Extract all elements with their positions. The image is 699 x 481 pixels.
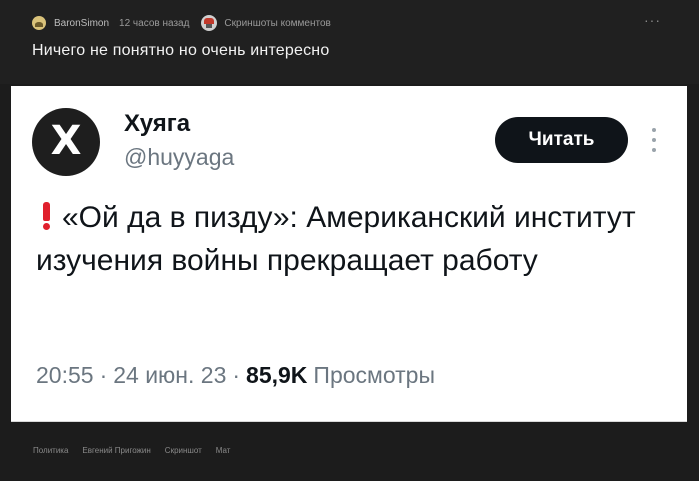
author-link[interactable]: BaronSimon (54, 18, 109, 29)
exclamation-icon (43, 202, 50, 230)
tag-item[interactable]: Евгений Пригожин (82, 446, 150, 455)
more-options-icon[interactable]: ··· (644, 12, 661, 28)
tag-item[interactable]: Скриншот (165, 446, 202, 455)
views-count: 85,9K (246, 362, 308, 388)
post-meta: BaronSimon 12 часов назад Скриншоты комм… (32, 14, 331, 32)
tweet-time: 20:55 (36, 362, 94, 388)
tweet-meta: 20:55 · 24 июн. 23 · 85,9K Просмотры (36, 362, 435, 389)
tweet-text: «Ой да в пизду»: Американский институт и… (36, 201, 636, 277)
tag-item[interactable]: Мат (216, 446, 231, 455)
tweet-more-icon (651, 128, 657, 152)
post-time: 12 часов назад (119, 17, 190, 29)
tag-list: Политика Евгений Пригожин Скриншот Мат (33, 446, 230, 455)
tweet-date: 24 июн. 23 (113, 362, 227, 388)
meta-separator: · (232, 362, 241, 388)
tweet-text-block: «Ой да в пизду»: Американский институт и… (36, 196, 676, 282)
author-avatar[interactable] (32, 16, 46, 30)
tweet-handle: @huyyaga (124, 144, 235, 170)
x-logo-icon: X (50, 118, 82, 164)
tag-item[interactable]: Политика (33, 446, 68, 455)
tweet-screenshot: X Хуяга @huyyaga Читать «Ой да в пизду»:… (11, 86, 687, 422)
community-link[interactable]: Скриншоты комментов (224, 18, 330, 29)
follow-button: Читать (495, 117, 628, 163)
tweet-display-name: Хуяга (124, 110, 191, 137)
community-icon[interactable] (201, 15, 218, 31)
tweet-avatar: X (32, 108, 100, 176)
meta-separator: · (99, 362, 108, 388)
post-title[interactable]: Ничего не понятно но очень интересно (32, 42, 329, 60)
views-label: Просмотры (313, 362, 435, 388)
post-header: BaronSimon 12 часов назад Скриншоты комм… (0, 0, 699, 84)
